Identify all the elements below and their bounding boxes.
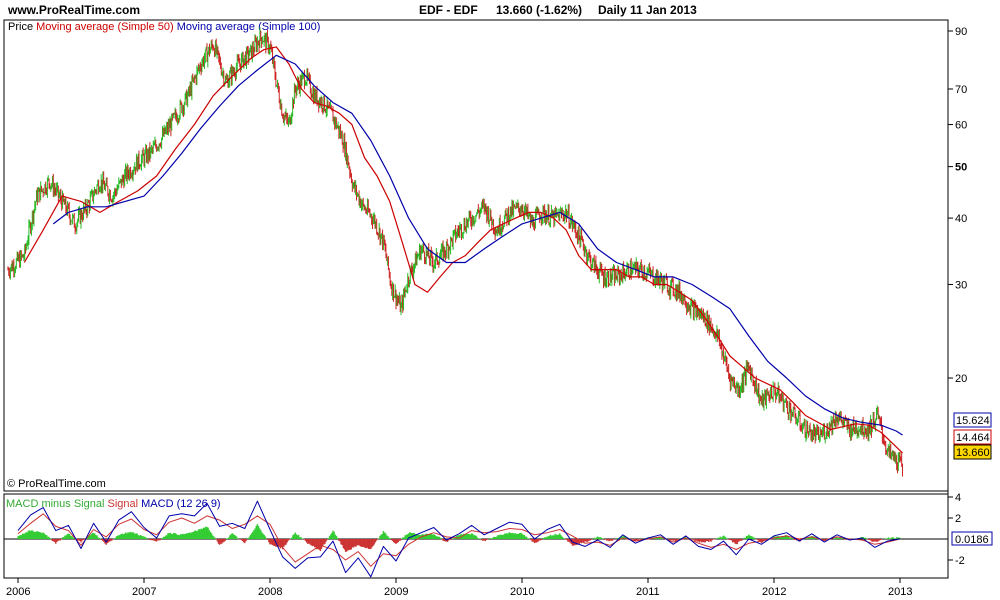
legend-ma50: Moving average (Simple 50) [36, 21, 174, 33]
instrument-title: EDF - EDF [419, 3, 478, 17]
macd-tag: 0.0186 [951, 531, 993, 546]
price-tick-label: 50 [955, 162, 967, 174]
price-y-axis: 90 70 60 50 40 30 20 [948, 26, 967, 385]
legend-macd: MACD minus Signal Signal MACD (12 26 9) [6, 498, 221, 510]
legend-macd-signal: Signal [107, 498, 138, 510]
price-tick-label: 70 [955, 84, 967, 96]
last-price-value: 13.660 [956, 447, 990, 459]
site-name[interactable]: www.ProRealTime.com [7, 3, 140, 17]
x-tick-label: 2010 [510, 586, 534, 598]
macd-tick-label: 4 [955, 492, 961, 504]
macd-tick-label: 2 [955, 513, 961, 525]
price-tick-label: 30 [955, 279, 967, 291]
x-tick-label: 2007 [132, 586, 156, 598]
legend-macd-line: MACD (12 26 9) [141, 498, 220, 510]
stock-chart: www.ProRealTime.com EDF - EDF 13.660 (-1… [3, 3, 993, 598]
price-tick-label: 60 [955, 120, 967, 132]
x-axis: 2006 2007 2008 2009 2010 2011 2012 2013 [6, 578, 912, 598]
price-tick-label: 90 [955, 26, 967, 38]
ma50-value: 14.464 [956, 432, 990, 444]
ma100-value: 15.624 [956, 415, 990, 427]
x-tick-label: 2011 [636, 586, 660, 598]
price-tick-label: 40 [955, 213, 967, 225]
macd-tick-label: -2 [955, 555, 965, 567]
x-tick-label: 2013 [888, 586, 912, 598]
ma50-tag: 14.464 [953, 429, 992, 445]
x-tick-label: 2009 [384, 586, 408, 598]
last-price-tag: 13.660 [953, 444, 992, 460]
legend-ma100: Moving average (Simple 100) [177, 21, 321, 33]
copyright: © ProRealTime.com [7, 478, 106, 490]
ma100-tag: 15.624 [953, 412, 992, 428]
x-tick-label: 2012 [762, 586, 786, 598]
macd-value: 0.0186 [955, 534, 989, 546]
price-tick-label: 20 [955, 373, 967, 385]
x-tick-label: 2008 [258, 586, 282, 598]
legend-price-text: Price [8, 21, 33, 33]
quote-text: 13.660 (-1.62%) [496, 3, 582, 17]
x-tick-label: 2006 [6, 586, 30, 598]
legend-macd-hist: MACD minus Signal [6, 498, 104, 510]
legend-price: Price Moving average (Simple 50) Moving … [8, 21, 320, 33]
period-text: Daily 11 Jan 2013 [598, 3, 697, 17]
